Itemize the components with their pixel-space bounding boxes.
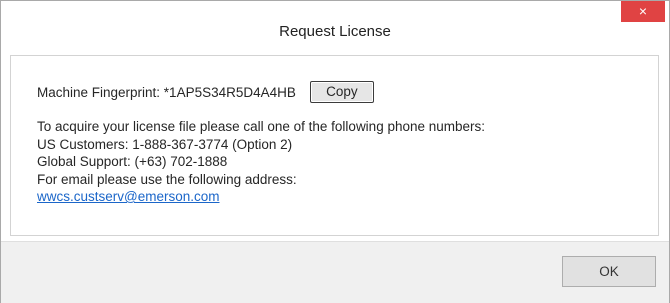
copy-button[interactable]: Copy <box>309 81 374 103</box>
instructions-line: To acquire your license file please call… <box>37 119 486 134</box>
dialog-footer: OK <box>1 241 669 303</box>
title-bar: Request License × <box>1 1 669 53</box>
request-license-dialog: Request License × Machine Fingerprint: *… <box>0 0 670 303</box>
ok-button[interactable]: OK <box>562 256 656 287</box>
global-support-phone: Global Support: (+63) 702-1888 <box>37 154 228 169</box>
content-panel: Machine Fingerprint: *1AP5S34R5D4A4HB Co… <box>10 55 659 236</box>
license-instructions: To acquire your license file please call… <box>37 118 485 206</box>
email-instructions: For email please use the following addre… <box>37 171 297 187</box>
machine-fingerprint-text: Machine Fingerprint: *1AP5S34R5D4A4HB <box>37 84 296 100</box>
close-icon: × <box>638 3 648 19</box>
us-customers-phone: US Customers: 1-888-367-3774 (Option 2) <box>37 136 293 152</box>
dialog-title: Request License <box>279 23 391 40</box>
fingerprint-row: Machine Fingerprint: *1AP5S34R5D4A4HB Co… <box>37 81 374 103</box>
email-link[interactable]: wwcs.custserv@emerson.com <box>37 189 220 204</box>
close-button[interactable]: × <box>621 1 665 22</box>
